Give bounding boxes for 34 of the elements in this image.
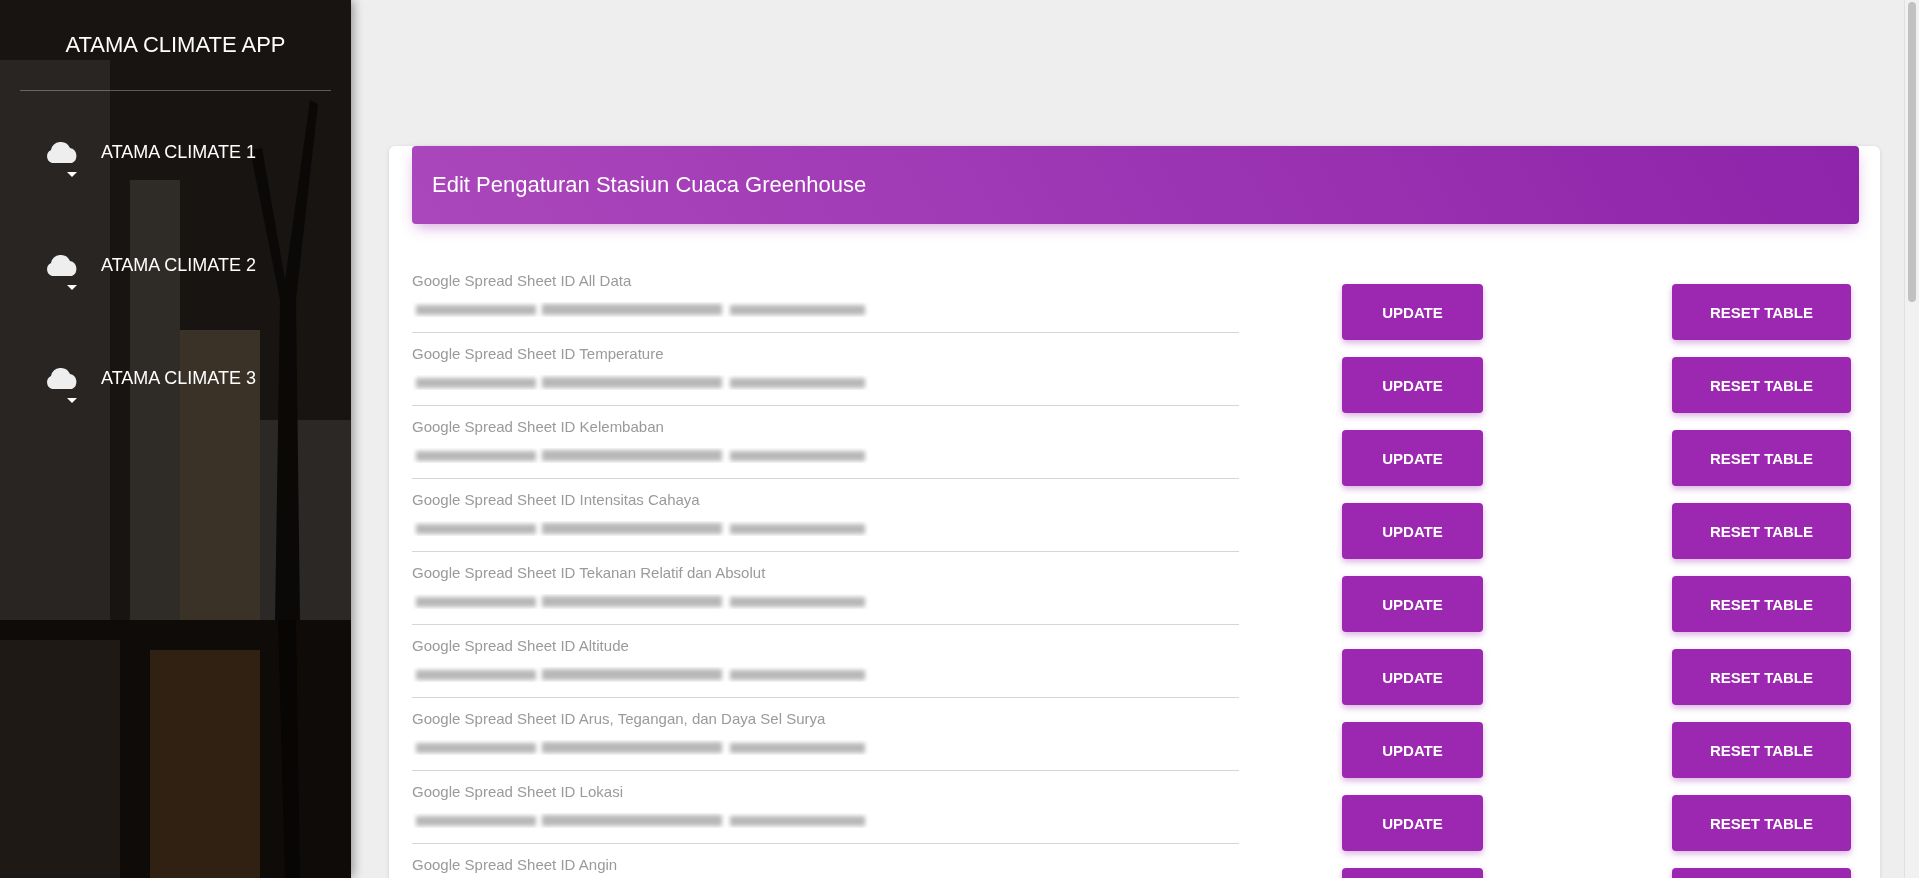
reset-table-button[interactable]: RESET TABLE — [1672, 576, 1851, 632]
reset-table-button[interactable]: RESET TABLE — [1672, 795, 1851, 851]
field-label: Google Spread Sheet ID Temperature — [412, 344, 664, 364]
field-label: Google Spread Sheet ID Altitude — [412, 636, 629, 656]
reset-table-button[interactable]: RESET TABLE — [1672, 284, 1851, 340]
update-button[interactable]: UPDATE — [1342, 649, 1483, 705]
sidebar-item[interactable]: ATAMA CLIMATE 3 — [20, 366, 331, 479]
field-label: Google Spread Sheet ID Intensitas Cahaya — [412, 490, 700, 510]
field-label: Google Spread Sheet ID Tekanan Relatif dan Absolut — [412, 563, 766, 583]
update-button[interactable]: UPDATE — [1342, 576, 1483, 632]
update-button[interactable]: UPDATE — [1342, 722, 1483, 778]
caret-icon — [67, 172, 77, 177]
caret-icon — [67, 285, 77, 290]
field-label: Google Spread Sheet ID Lokasi — [412, 782, 623, 802]
reset-table-button[interactable]: RESET TABLE — [1672, 357, 1851, 413]
sidebar-item[interactable]: ATAMA CLIMATE 1 — [20, 140, 331, 253]
reset-table-button[interactable]: RESET TABLE — [1672, 722, 1851, 778]
sidebar-item[interactable]: ATAMA CLIMATE 2 — [20, 253, 331, 366]
update-button[interactable]: UPDATE — [1342, 503, 1483, 559]
field-label: Google Spread Sheet ID Angin — [412, 855, 618, 875]
field-label: Google Spread Sheet ID Kelembaban — [412, 417, 664, 437]
update-button[interactable]: UPDATE — [1342, 357, 1483, 413]
app-title: ATAMA CLIMATE APP — [64, 31, 287, 59]
update-button[interactable]: UPDATE — [1342, 284, 1483, 340]
field-label: Google Spread Sheet ID Arus, Tegangan, dan Daya Sel Surya — [412, 709, 826, 729]
scrollbar-thumb[interactable] — [1908, 2, 1916, 302]
field-label: Google Spread Sheet ID All Data — [412, 271, 632, 291]
update-button[interactable]: UPDATE — [1342, 430, 1483, 486]
reset-table-button[interactable]: RESET TABLE — [1672, 430, 1851, 486]
update-button[interactable]: UPDATE — [1342, 795, 1483, 851]
card-header: Edit Pengaturan Stasiun Cuaca Greenhouse — [412, 146, 1859, 224]
reset-table-button[interactable]: RESET TABLE — [1672, 649, 1851, 705]
reset-table-button[interactable]: RESET TABLE — [1672, 503, 1851, 559]
caret-icon — [67, 398, 77, 403]
